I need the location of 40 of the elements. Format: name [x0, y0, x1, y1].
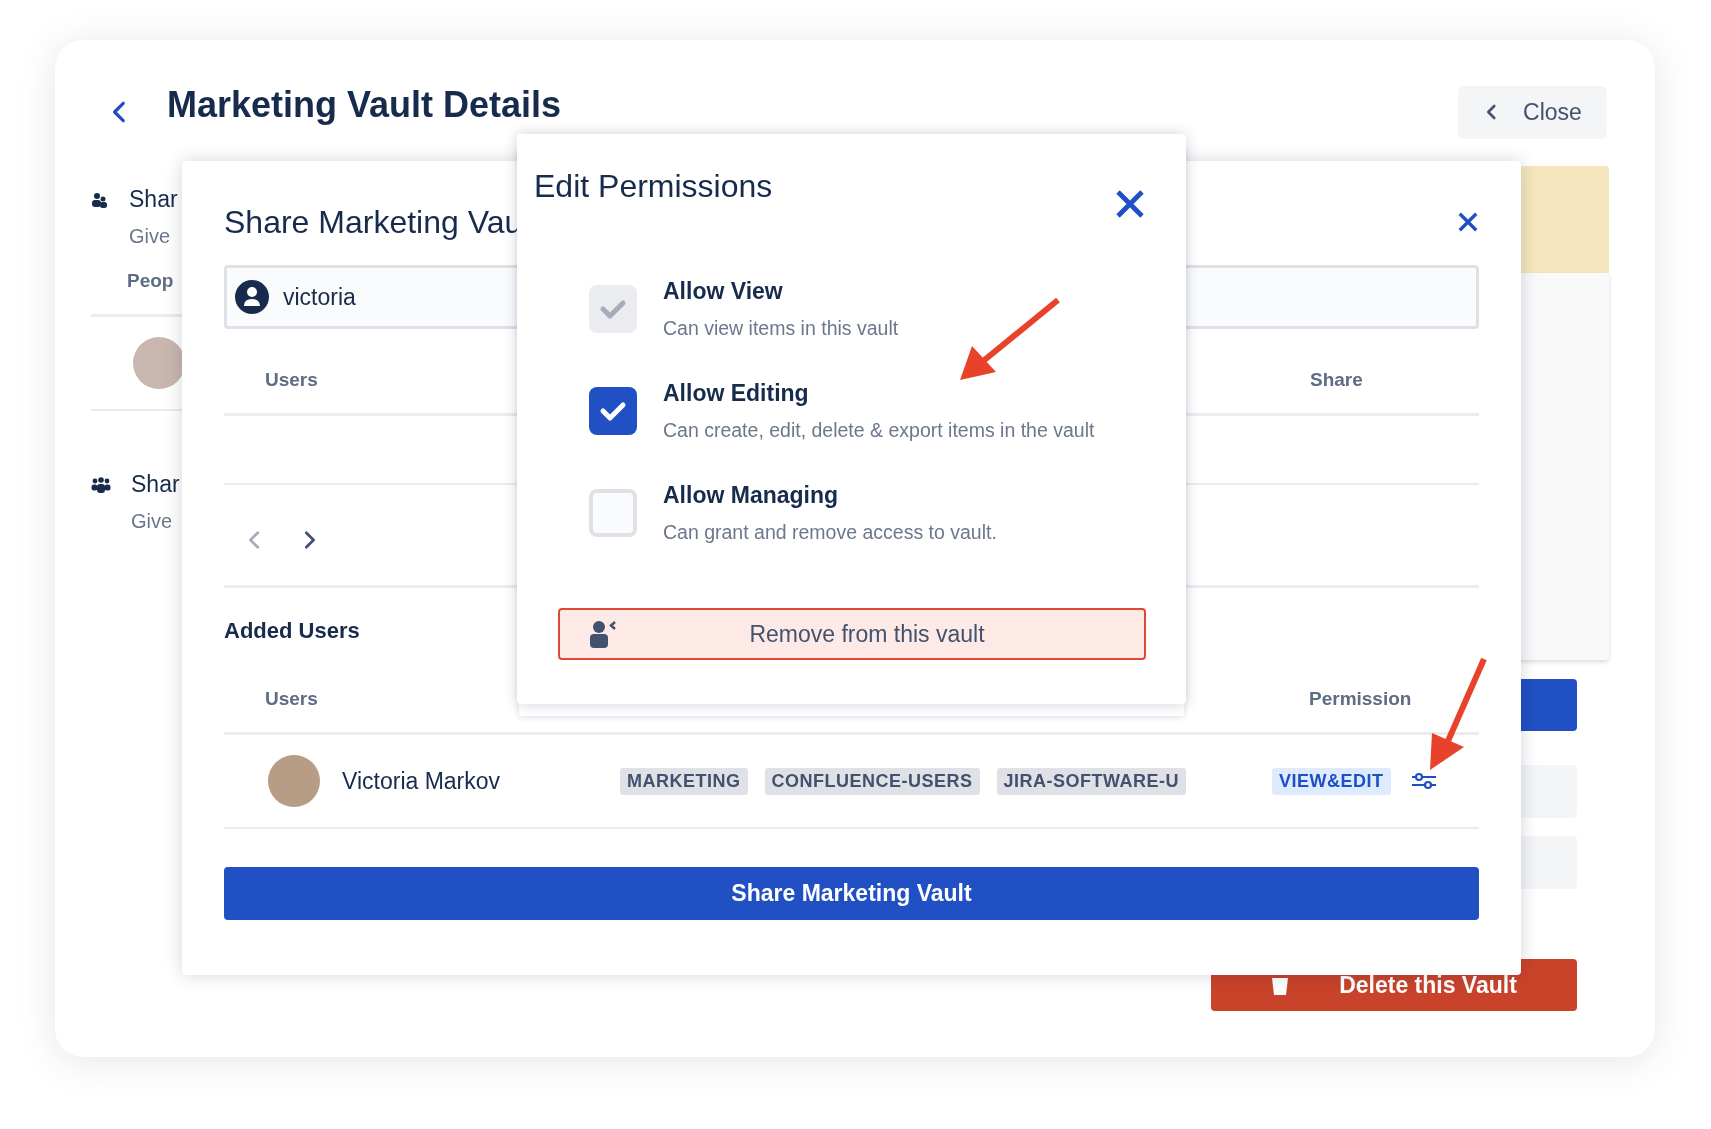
- column-header: Permission: [1309, 688, 1413, 710]
- close-button[interactable]: Close: [1458, 85, 1607, 139]
- share-button[interactable]: Share Marketing Vault: [224, 867, 1479, 920]
- column-header: Share: [1310, 369, 1364, 391]
- section-subtitle: Give: [131, 510, 174, 533]
- section-title: Added Users: [224, 618, 360, 644]
- option-label: Allow View: [663, 278, 784, 305]
- permission-badge: VIEW&EDIT: [1272, 767, 1391, 795]
- option-description: Can grant and remove access to vault.: [663, 521, 997, 544]
- option-description: Can view items in this vault: [663, 317, 899, 340]
- remove-button[interactable]: Remove from this vault: [558, 608, 1146, 660]
- user-remove-icon: [588, 619, 618, 649]
- people-icon: [91, 192, 109, 208]
- checkbox[interactable]: [589, 489, 637, 537]
- checkbox[interactable]: [589, 387, 637, 435]
- option-label: Allow Managing: [663, 482, 840, 509]
- section-title: Shar: [129, 186, 178, 213]
- check-icon: [599, 298, 627, 320]
- dialog-title: Edit Permissions: [534, 168, 773, 205]
- user-icon: [235, 280, 269, 314]
- avatar: [133, 337, 185, 389]
- option-label: Allow Editing: [663, 380, 810, 407]
- group-tag: CONFLUENCE-USERS: [764, 767, 980, 795]
- group-tag: MARKETING: [620, 767, 748, 795]
- close-button[interactable]: [1457, 211, 1479, 233]
- avatar: [268, 755, 320, 807]
- close-icon: [1457, 211, 1479, 233]
- group-tag: JIRA-SOFTWARE-U: [996, 767, 1186, 795]
- settings-icon[interactable]: [1410, 771, 1437, 791]
- user-name: Victoria Markov: [342, 767, 501, 795]
- page-title: Marketing Vault Details: [167, 84, 563, 126]
- group-icon: [91, 477, 111, 493]
- option-description: Can create, edit, delete & export items in the vault: [663, 419, 1095, 442]
- section-subtitle: Give: [129, 225, 172, 248]
- column-header: Users: [265, 369, 319, 391]
- column-header: Users: [265, 688, 319, 710]
- close-button[interactable]: [1114, 188, 1146, 220]
- check-icon: [599, 400, 627, 422]
- close-icon: [1114, 188, 1146, 220]
- section-title: Shar: [131, 471, 180, 498]
